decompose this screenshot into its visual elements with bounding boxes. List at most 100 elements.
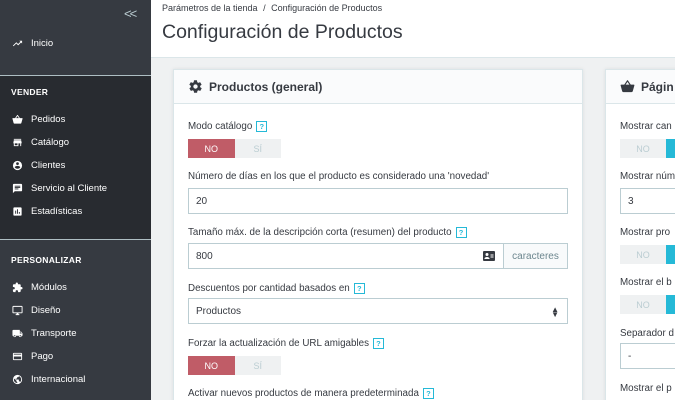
page-switch[interactable]: NO (620, 245, 675, 264)
sidebar-item-label: Internacional (31, 373, 86, 385)
sidebar-item-label: Pedidos (31, 113, 66, 125)
sidebar-item-label: Servicio al Cliente (31, 182, 108, 194)
new-days-input[interactable]: 20 (188, 188, 568, 214)
new-days-label: Número de días en los que el producto es… (188, 171, 489, 182)
sidebar-item-stats[interactable]: Estadísticas (12, 202, 82, 220)
sidebar-item-customers[interactable]: Clientes (12, 156, 65, 174)
switch-option-yes[interactable]: SÍ (235, 356, 282, 375)
help-icon[interactable]: ? (455, 227, 467, 238)
switch-option-no[interactable]: NO (188, 356, 235, 375)
sidebar-item-label: Diseño (31, 304, 61, 316)
desktop-icon (12, 305, 23, 316)
switch-option-yes[interactable] (666, 295, 675, 314)
sidebar-item-label: Pago (31, 350, 54, 362)
breadcrumb-link[interactable]: Parámetros de la tienda (162, 3, 258, 13)
page-switch[interactable]: NO (620, 139, 675, 158)
switch-option-no[interactable]: NO (620, 139, 666, 158)
help-icon[interactable]: ? (422, 388, 434, 399)
sidebar-item-customer-service[interactable]: Servicio al Cliente (12, 179, 107, 197)
sidebar-item-orders[interactable]: Pedidos (12, 110, 65, 128)
truck-icon (12, 328, 23, 339)
catalog-mode-switch[interactable]: NO SÍ (188, 139, 281, 158)
switch-option-no[interactable]: NO (620, 295, 666, 314)
breadcrumb-separator: / (263, 3, 266, 13)
sidebar: << Inicio VENDER Pedidos Catálogo Client… (0, 0, 151, 400)
sidebar-item-label: Inicio (31, 37, 54, 49)
label-text: Tamaño máx. de la descripción corta (res… (188, 227, 452, 238)
bar-chart-icon (12, 206, 23, 217)
short-desc-input[interactable]: 800 (188, 243, 504, 269)
id-card-icon (483, 251, 495, 261)
label-text: Activar nuevos productos de manera prede… (188, 388, 419, 399)
input-value: 800 (196, 250, 213, 262)
input-value: 3 (628, 195, 634, 207)
card-header: Págin (606, 70, 675, 104)
page-row-label: Separador d (620, 328, 674, 339)
help-icon[interactable]: ? (372, 338, 384, 349)
sidebar-item-label: Transporte (31, 327, 77, 339)
sidebar-item-label: Módulos (31, 281, 67, 293)
select-value: Productos (196, 305, 242, 317)
label-text: Modo catálogo (188, 121, 253, 132)
chat-icon (12, 183, 23, 194)
help-icon[interactable]: ? (256, 121, 268, 132)
sidebar-item-label: Catálogo (31, 136, 70, 148)
discounts-select[interactable]: Productos ▲ ▼ (188, 298, 568, 324)
help-icon[interactable]: ? (353, 283, 365, 294)
switch-option-yes[interactable] (666, 245, 675, 264)
separator-select[interactable]: - (620, 343, 675, 369)
sidebar-item-design[interactable]: Diseño (12, 301, 61, 319)
activate-new-label: Activar nuevos productos de manera prede… (188, 388, 434, 399)
page-switch[interactable]: NO (620, 295, 675, 314)
card-title: Págin (641, 79, 674, 94)
gear-icon (188, 79, 203, 94)
sidebar-section-title: VENDER (11, 87, 49, 97)
trending-up-icon (12, 38, 23, 49)
sidebar-divider (0, 239, 151, 240)
card-title: Productos (general) (209, 79, 323, 94)
sidebar-item-payment[interactable]: Pago (12, 347, 53, 365)
sidebar-item-shipping[interactable]: Transporte (12, 324, 77, 342)
label-text: Forzar la actualización de URL amigables (188, 338, 369, 349)
select-arrow-icon: ▲ ▼ (551, 305, 559, 319)
sidebar-item-catalog[interactable]: Catálogo (12, 133, 69, 151)
discounts-label: Descuentos por cantidad basados en ? (188, 283, 365, 294)
puzzle-icon (12, 281, 23, 293)
account-circle-icon (12, 160, 23, 171)
sidebar-item-label: Estadísticas (31, 205, 83, 217)
label-text: Descuentos por cantidad basados en (188, 283, 350, 294)
basket-icon (12, 114, 23, 125)
force-url-label: Forzar la actualización de URL amigables… (188, 338, 384, 349)
page-header: Parámetros de la tienda / Configuración … (151, 0, 675, 58)
breadcrumb: Parámetros de la tienda / Configuración … (162, 3, 382, 13)
switch-option-no[interactable]: NO (188, 139, 235, 158)
sidebar-section-title: PERSONALIZAR (11, 255, 82, 265)
credit-card-icon (12, 351, 23, 362)
page-row-label: Mostrar el b (620, 277, 672, 288)
switch-option-yes[interactable]: SÍ (235, 139, 282, 158)
select-value: - (628, 350, 632, 362)
short-desc-label: Tamaño máx. de la descripción corta (res… (188, 227, 467, 238)
sidebar-item-international[interactable]: Internacional (12, 370, 85, 388)
globe-icon (12, 374, 23, 385)
page-row-label: Mostrar núm (620, 171, 675, 182)
card-header: Productos (general) (174, 70, 582, 104)
page-number-input[interactable]: 3 (620, 188, 675, 214)
breadcrumb-current: Configuración de Productos (271, 3, 383, 13)
force-url-switch[interactable]: NO SÍ (188, 356, 281, 375)
sidebar-item-label: Clientes (31, 159, 66, 171)
label-text: Número de días en los que el producto es… (188, 171, 490, 182)
sidebar-item-modules[interactable]: Módulos (12, 278, 67, 296)
catalog-mode-label: Modo catálogo ? (188, 121, 268, 132)
basket-icon (620, 79, 635, 94)
switch-option-no[interactable]: NO (620, 245, 666, 264)
sidebar-item-home[interactable]: Inicio (12, 34, 53, 52)
sidebar-collapse-button[interactable]: << (124, 6, 137, 21)
page-row-label: Mostrar pro (620, 227, 671, 238)
input-value: 20 (196, 195, 208, 207)
store-icon (12, 137, 23, 148)
page-row-label: Mostrar el p (620, 383, 672, 394)
page-title: Configuración de Productos (162, 21, 403, 43)
page-row-label: Mostrar can (620, 121, 672, 132)
switch-option-yes[interactable] (666, 139, 675, 158)
